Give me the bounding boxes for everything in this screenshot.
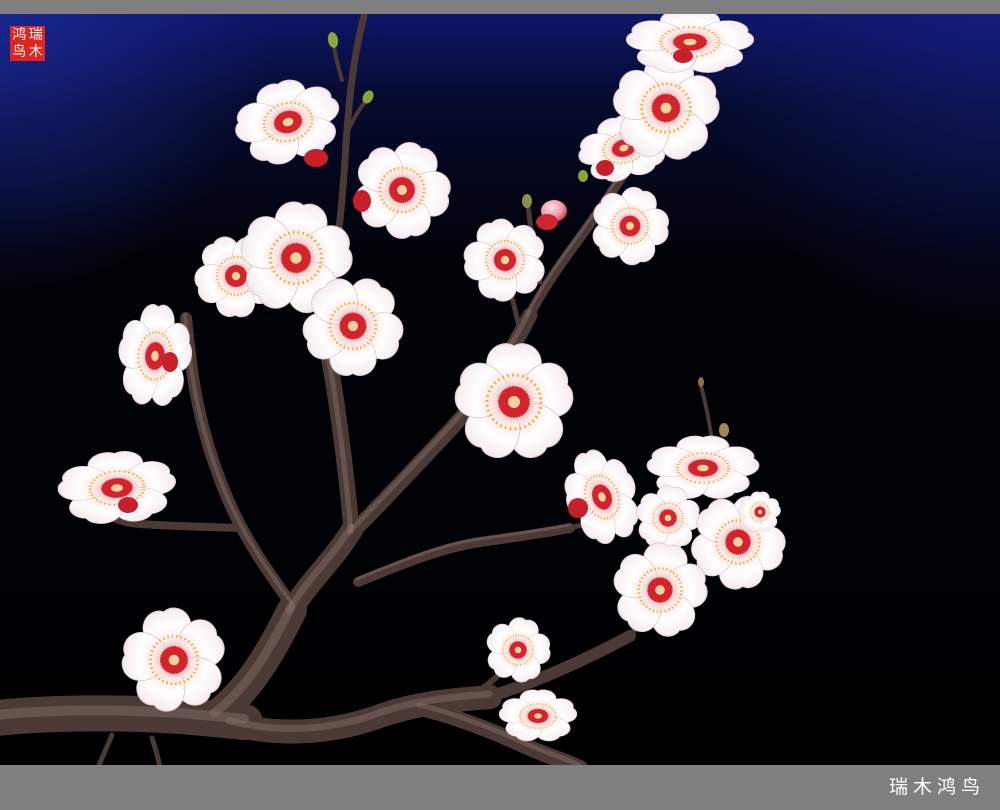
bud-calyx [536, 214, 558, 230]
seal-stamp: 鸿 瑞 鸟 木 [10, 26, 45, 61]
seal-char: 鸟 [12, 43, 27, 60]
frame-bottom [0, 765, 1000, 810]
seal-char: 木 [28, 43, 43, 60]
seal-char: 鸿 [12, 27, 27, 43]
frame-top [0, 0, 1000, 14]
calyx [673, 49, 693, 63]
bud [719, 423, 729, 437]
calyx [353, 190, 371, 212]
bud [578, 170, 588, 182]
bud [698, 377, 704, 387]
calyx [162, 352, 178, 372]
bud [522, 194, 532, 208]
seal-char: 瑞 [28, 27, 43, 43]
watermark-text: 瑞木鸿鸟 [889, 776, 986, 798]
calyx [568, 498, 588, 518]
photo-scene [0, 14, 1000, 765]
calyx [118, 497, 138, 513]
calyx [596, 160, 614, 176]
calyx [304, 149, 328, 167]
